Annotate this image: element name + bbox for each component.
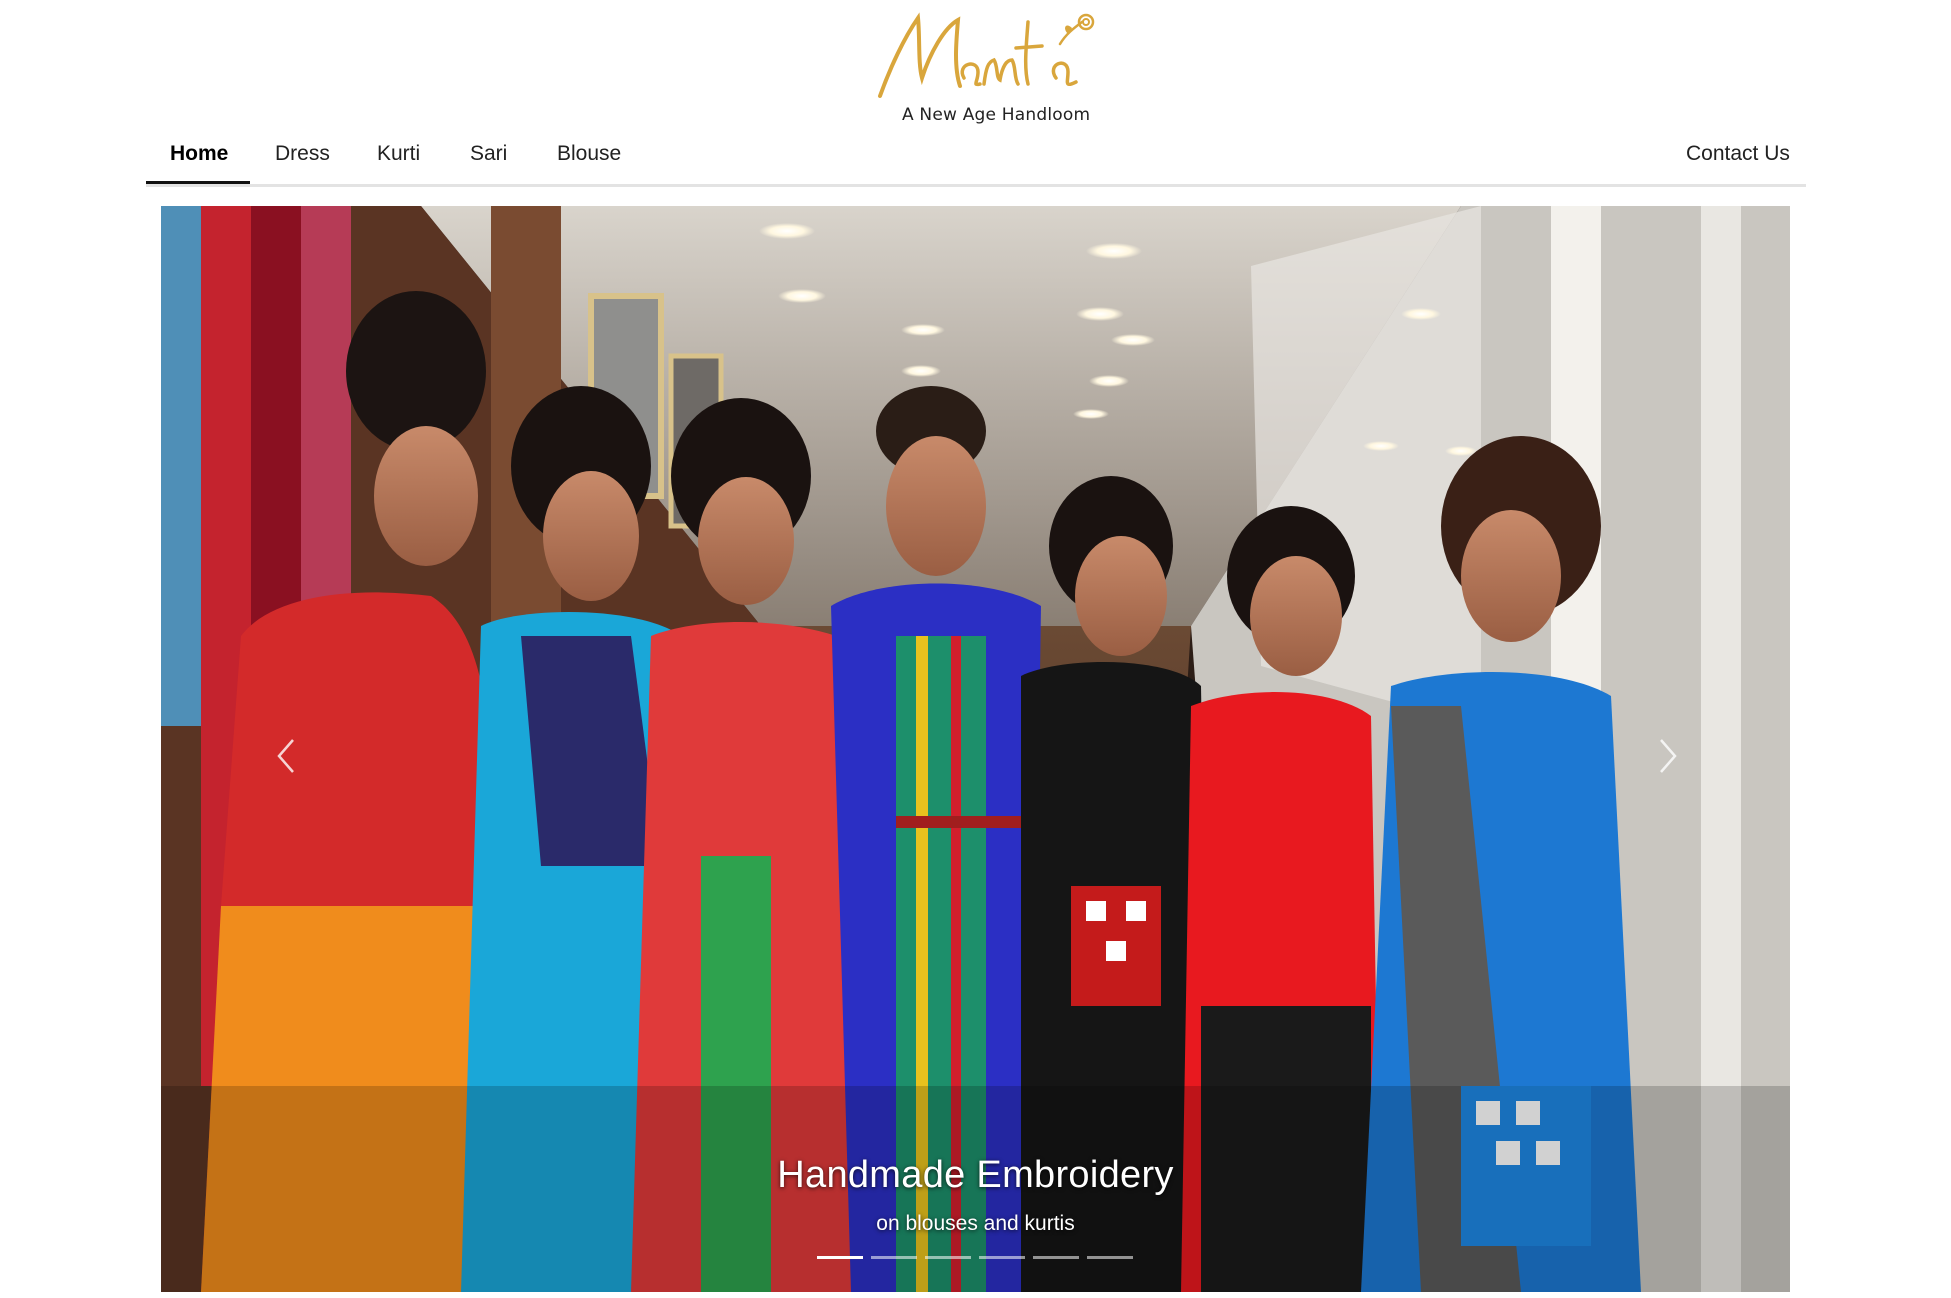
chevron-right-icon	[1660, 739, 1677, 773]
nav-item-dress[interactable]: Dress	[275, 142, 330, 166]
nav-item-blouse[interactable]: Blouse	[557, 142, 621, 166]
carousel-caption-title: Handmade Embroidery	[777, 1154, 1174, 1196]
carousel-indicator-1[interactable]	[817, 1256, 863, 1259]
page: A New Age Handloom Home Dress Kurti Sari…	[0, 0, 1951, 1298]
hero-carousel[interactable]: Handmade Embroidery on blouses and kurti…	[161, 206, 1790, 1292]
carousel-indicators	[817, 1252, 1137, 1262]
carousel-indicator-3[interactable]	[925, 1256, 971, 1259]
carousel-indicator-2[interactable]	[871, 1256, 917, 1259]
logo-script-graphic	[878, 12, 1095, 98]
active-nav-indicator	[146, 181, 250, 184]
hero-photo	[161, 206, 1790, 1292]
nav-item-contact-us[interactable]: Contact Us	[1686, 142, 1790, 166]
brand-tagline: A New Age Handloom	[902, 105, 1091, 125]
chevron-left-icon	[277, 739, 294, 773]
nav-item-kurti[interactable]: Kurti	[377, 142, 420, 166]
carousel-indicator-5[interactable]	[1033, 1256, 1079, 1259]
nav-item-sari[interactable]: Sari	[470, 142, 507, 166]
main-nav: Home Dress Kurti Sari Blouse Contact Us	[146, 130, 1806, 187]
carousel-caption-subtitle: on blouses and kurtis	[876, 1212, 1075, 1235]
brand-logo[interactable]: A New Age Handloom	[860, 8, 1100, 128]
carousel-indicator-4[interactable]	[979, 1256, 1025, 1259]
rose-icon	[1058, 13, 1095, 46]
carousel-indicator-6[interactable]	[1087, 1256, 1133, 1259]
carousel-prev-button[interactable]	[257, 726, 317, 786]
nav-item-home[interactable]: Home	[170, 142, 228, 166]
carousel-next-button[interactable]	[1637, 726, 1697, 786]
